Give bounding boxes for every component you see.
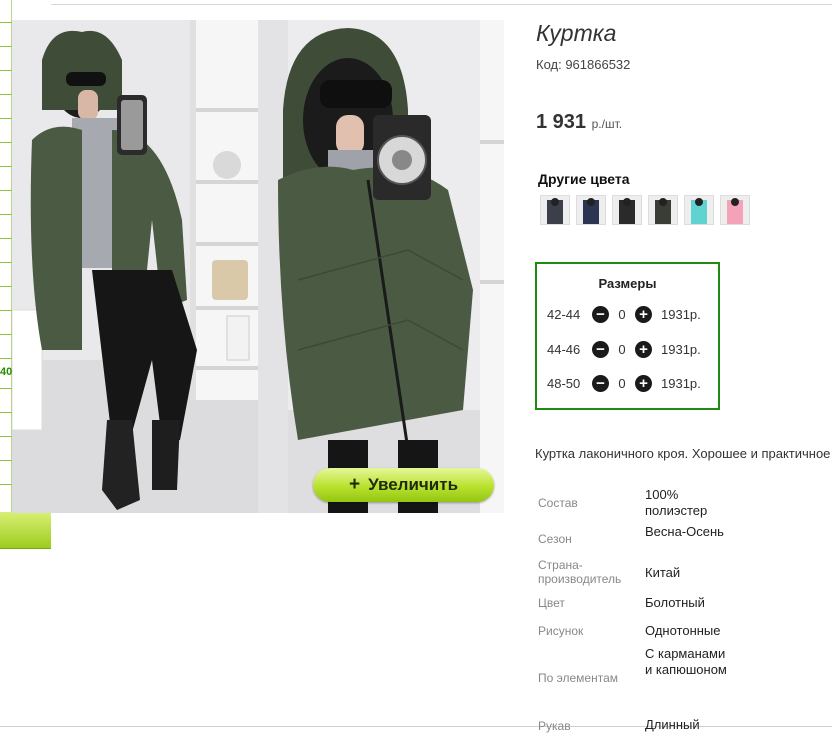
- size-label: 48-50: [547, 375, 581, 391]
- price-unit: р./шт.: [591, 117, 623, 131]
- color-swatch[interactable]: [720, 195, 750, 225]
- product-photo-1[interactable]: [12, 20, 258, 513]
- property-value: Однотонные: [645, 623, 721, 638]
- property-key: Цвет: [538, 596, 565, 610]
- price-value: 1 931: [536, 111, 587, 133]
- plus-icon[interactable]: +: [635, 305, 652, 323]
- size-row: 44-46 − 0 + 1931р.: [547, 339, 701, 359]
- property-key: Страна-производитель: [538, 558, 622, 586]
- quantity-value[interactable]: 0: [609, 342, 635, 357]
- left-rail-number[interactable]: 40: [0, 366, 12, 378]
- property-value: Болотный: [645, 595, 705, 610]
- plus-icon[interactable]: +: [635, 340, 652, 358]
- property-key: Рисунок: [538, 624, 584, 638]
- size-price: 1931р.: [661, 375, 701, 391]
- product-photo-2[interactable]: [258, 20, 504, 513]
- property-key: Сезон: [538, 532, 572, 546]
- sizes-heading: Размеры: [598, 276, 657, 291]
- product-title: Куртка: [536, 20, 617, 46]
- product-code: Код: 961866532: [536, 57, 631, 72]
- product-price: 1 931 р./шт.: [536, 111, 622, 134]
- top-divider: [51, 4, 832, 5]
- color-swatch[interactable]: [612, 195, 642, 225]
- property-key: Состав: [538, 496, 578, 510]
- minus-icon[interactable]: −: [592, 340, 609, 358]
- property-key: По элементам: [538, 671, 619, 685]
- property-value: С карманами и капюшоном: [645, 646, 727, 677]
- property-value: Длинный: [645, 717, 700, 732]
- color-swatch[interactable]: [684, 195, 714, 225]
- product-description: Куртка лаконичного кроя. Хорошее и практ…: [535, 446, 831, 461]
- left-green-button[interactable]: [0, 512, 51, 549]
- color-swatch[interactable]: [648, 195, 678, 225]
- minus-icon[interactable]: −: [592, 305, 609, 323]
- minus-icon[interactable]: −: [592, 374, 609, 392]
- size-label: 44-46: [547, 341, 581, 357]
- left-category-rail: [0, 0, 12, 512]
- quantity-value[interactable]: 0: [609, 307, 635, 322]
- size-label: 42-44: [547, 306, 581, 322]
- sizes-box: Размеры 42-44 − 0 + 1931р. 44-46 − 0 + 1…: [535, 262, 720, 410]
- plus-icon: +: [348, 474, 361, 495]
- size-row: 42-44 − 0 + 1931р.: [547, 304, 701, 324]
- zoom-button[interactable]: + Увеличить: [313, 468, 494, 502]
- size-row: 48-50 − 0 + 1931р.: [547, 373, 701, 393]
- size-price: 1931р.: [661, 341, 701, 357]
- zoom-button-label: Увеличить: [368, 475, 459, 494]
- size-price: 1931р.: [661, 306, 701, 322]
- property-value: 100% полиэстер: [645, 487, 708, 518]
- property-key: Рукав: [538, 719, 571, 733]
- plus-icon[interactable]: +: [635, 374, 652, 392]
- property-value: Весна-Осень: [645, 524, 724, 539]
- color-swatch[interactable]: [576, 195, 606, 225]
- color-swatch[interactable]: [540, 195, 570, 225]
- property-value: Китай: [645, 565, 681, 580]
- other-colors-heading: Другие цвета: [538, 171, 630, 187]
- quantity-value[interactable]: 0: [609, 376, 635, 391]
- color-swatches: [540, 195, 750, 225]
